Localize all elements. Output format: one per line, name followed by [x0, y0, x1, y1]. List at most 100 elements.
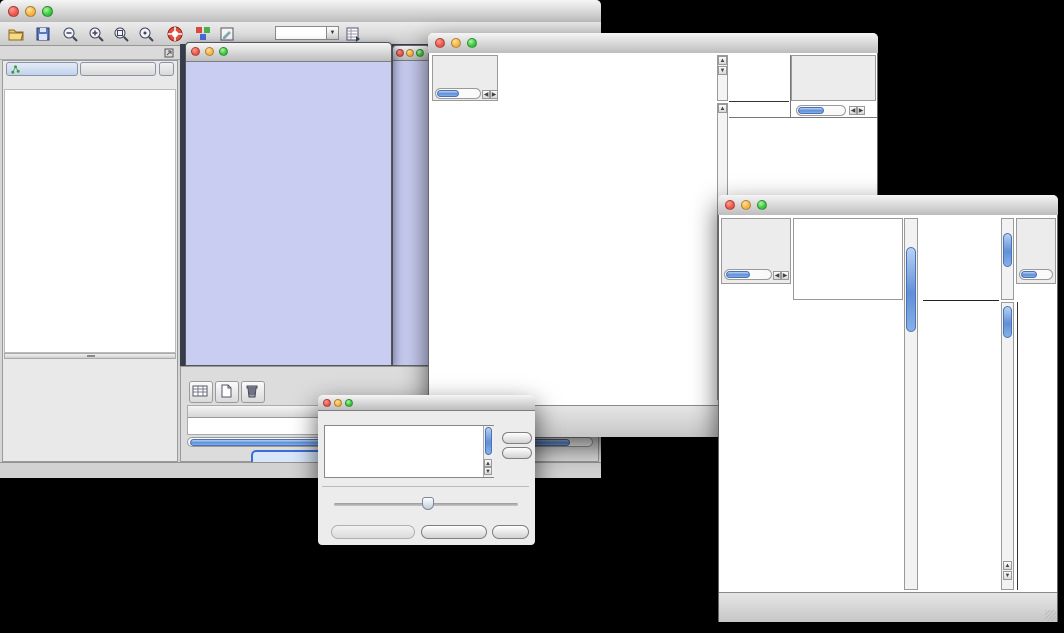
close-button[interactable]: [8, 6, 19, 17]
treeview2-titlebar[interactable]: [718, 195, 1058, 216]
tv2-column-dendrogram-panel[interactable]: [793, 218, 903, 300]
tv2-heatmap-vscrollbar[interactable]: [904, 218, 918, 590]
tv2-status-hscrollbar[interactable]: [724, 269, 772, 280]
scroll-down-arrow[interactable]: ▼: [1003, 571, 1012, 580]
minimize-button[interactable]: [205, 47, 214, 56]
tv2-footer: [719, 592, 1057, 622]
attribute-list-vscrollbar[interactable]: ▲ ▼: [483, 426, 494, 477]
tv1-usage-hscrollbar[interactable]: [796, 105, 846, 116]
search-dropdown-arrow[interactable]: ▼: [326, 26, 339, 40]
save-icon[interactable]: [34, 25, 52, 43]
animate-vizmap-button[interactable]: [331, 525, 415, 539]
divider: [729, 117, 877, 118]
help-lifering-icon[interactable]: [166, 25, 184, 43]
scroll-up-arrow[interactable]: ▲: [718, 56, 727, 65]
tv1-usage-hints-box: [791, 55, 876, 101]
treeview1-titlebar[interactable]: [428, 33, 878, 54]
zoom-fit-icon[interactable]: [137, 25, 155, 43]
tab-vizmapper[interactable]: [80, 62, 156, 76]
attribute-list[interactable]: [324, 425, 494, 478]
scroll-right-arrow[interactable]: ▶: [490, 90, 498, 99]
close-button[interactable]: [725, 200, 735, 210]
open-file-icon[interactable]: [7, 25, 25, 43]
tv2-labels-vscrollbar[interactable]: [1001, 218, 1014, 300]
network-window-2: [392, 45, 430, 366]
map-dialog-titlebar[interactable]: [318, 395, 535, 411]
tv1-column-labels: [729, 55, 789, 102]
zoom-button[interactable]: [416, 49, 424, 57]
vizmapper-icon[interactable]: [194, 25, 212, 43]
treeview2-window: ◀ ▶ ▲ ▼: [718, 195, 1058, 622]
tv2-heatmap-canvas[interactable]: [781, 302, 903, 590]
minimize-button[interactable]: [334, 399, 342, 407]
control-panel: [2, 60, 178, 462]
scroll-down-arrow[interactable]: ▼: [718, 66, 727, 75]
scroll-right-arrow[interactable]: ▶: [781, 271, 789, 280]
tv2-gene-list: [1017, 302, 1060, 590]
tv2-genelist-vscrollbar[interactable]: ▲ ▼: [1001, 302, 1014, 590]
annotation-icon[interactable]: [218, 25, 236, 43]
resize-grip[interactable]: [1045, 610, 1056, 621]
tv1-row-dendrogram[interactable]: [436, 103, 490, 400]
map-dialog-body: ▲ ▼: [318, 410, 535, 545]
scroll-left-arrow[interactable]: ◀: [849, 106, 857, 115]
tv2-zoom-heatmap-canvas[interactable]: [923, 305, 1000, 590]
network-window-1-titlebar[interactable]: [186, 43, 391, 62]
minimize-button[interactable]: [406, 49, 414, 57]
new-attribute-icon[interactable]: [215, 381, 239, 403]
zoom-button[interactable]: [42, 6, 53, 17]
attribute-table-icon[interactable]: [189, 381, 213, 403]
tv1-view-status-box: ◀ ▶: [432, 55, 498, 101]
scroll-right-arrow[interactable]: ▶: [857, 106, 865, 115]
network-window-2-titlebar[interactable]: [393, 46, 429, 61]
zoom-button[interactable]: [345, 399, 353, 407]
close-button[interactable]: [323, 399, 331, 407]
zoom-out-icon[interactable]: [61, 25, 79, 43]
tv2-usage-hscrollbar[interactable]: [1019, 269, 1053, 280]
speed-slider-thumb[interactable]: [422, 497, 434, 510]
zoom-in-icon[interactable]: [87, 25, 105, 43]
done-button[interactable]: [492, 525, 529, 539]
scroll-left-arrow[interactable]: ◀: [482, 90, 490, 99]
tab-network[interactable]: [6, 62, 78, 76]
scroll-left-arrow[interactable]: ◀: [773, 271, 781, 280]
scroll-up-arrow[interactable]: ▲: [718, 104, 727, 113]
scroll-up-arrow[interactable]: ▲: [1003, 561, 1012, 570]
minimize-button[interactable]: [25, 6, 36, 17]
scroll-down-arrow[interactable]: ▼: [484, 467, 492, 475]
treeview2-content: ◀ ▶ ▲ ▼: [718, 215, 1058, 622]
search-input[interactable]: [275, 26, 327, 40]
tv1-heatmap-canvas[interactable]: [491, 103, 717, 400]
zoom-button[interactable]: [219, 47, 228, 56]
network-view-canvas[interactable]: [186, 61, 391, 366]
tv2-row-dendrogram[interactable]: [721, 302, 781, 590]
zoom-button[interactable]: [757, 200, 767, 210]
desktop: ▼: [0, 0, 1064, 633]
move-up-button[interactable]: [502, 432, 532, 444]
create-vizmap-button[interactable]: [421, 525, 487, 539]
tv1-column-dendrogram[interactable]: [499, 55, 715, 101]
close-button[interactable]: [191, 47, 200, 56]
tv1-mini-vscrollbar[interactable]: ▲ ▼: [717, 55, 728, 101]
close-button[interactable]: [435, 38, 445, 48]
network-view-2-canvas[interactable]: [393, 60, 429, 366]
network-table-header: [4, 77, 176, 89]
birdseye-overview-canvas[interactable]: [4, 359, 176, 459]
zoom-button[interactable]: [467, 38, 477, 48]
scroll-up-arrow[interactable]: ▲: [484, 459, 492, 467]
delete-attribute-trash-icon[interactable]: [241, 381, 265, 403]
tv2-column-labels: [923, 218, 999, 301]
main-titlebar[interactable]: [0, 0, 601, 23]
tv1-status-hscrollbar[interactable]: [435, 88, 481, 99]
minimize-button[interactable]: [451, 38, 461, 48]
float-panel-icon[interactable]: [164, 48, 174, 58]
close-button[interactable]: [396, 49, 404, 57]
tv1-summary-matrix[interactable]: [731, 122, 776, 167]
import-table-icon[interactable]: [344, 25, 362, 43]
move-down-button[interactable]: [502, 447, 532, 459]
minimize-button[interactable]: [741, 200, 751, 210]
zoom-selected-icon[interactable]: [112, 25, 130, 43]
control-panel-header: [0, 46, 180, 60]
network-tab-icon: [11, 65, 20, 74]
tab-overflow-button[interactable]: [159, 62, 174, 76]
